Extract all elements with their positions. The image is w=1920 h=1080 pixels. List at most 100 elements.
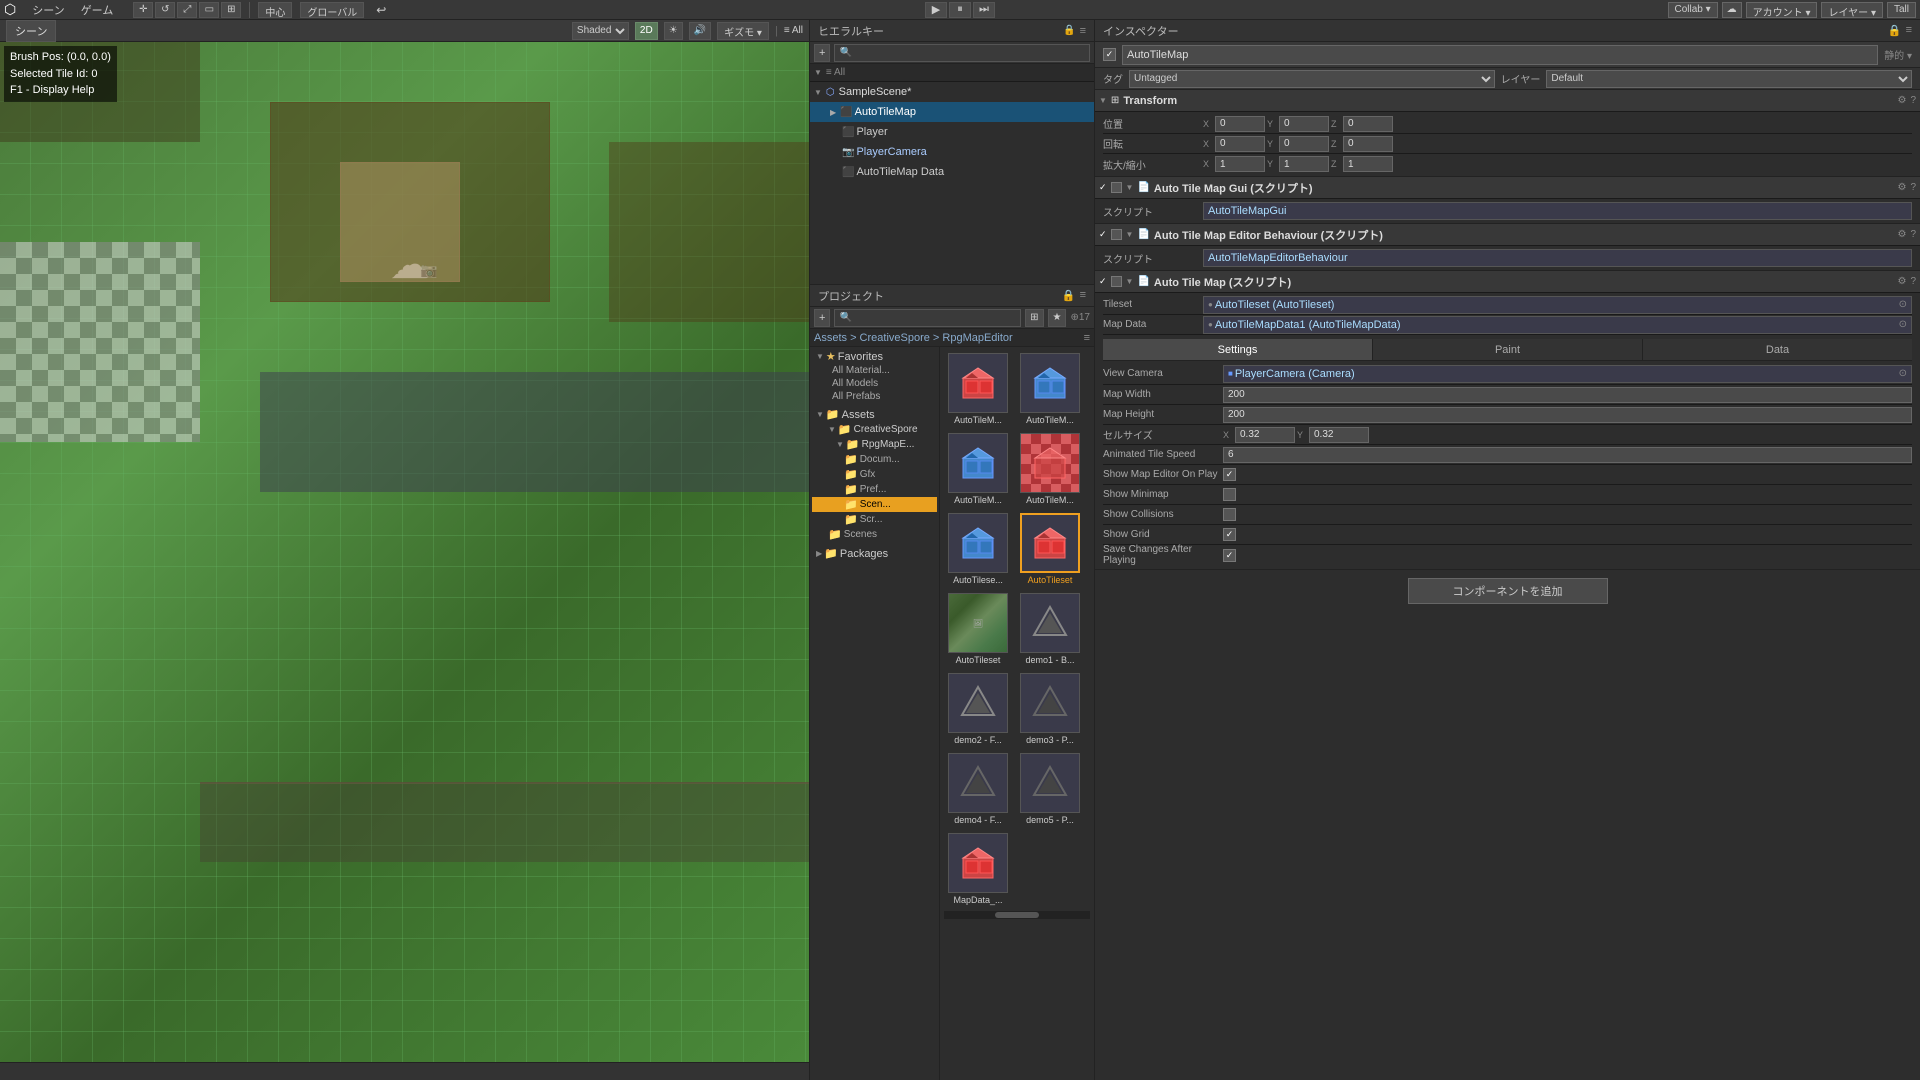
- autotilemapgui-header[interactable]: ✓ ▼ 📄 Auto Tile Map Gui (スクリプト) ⚙ ?: [1095, 177, 1920, 199]
- gfx-folder[interactable]: 📁 Gfx: [812, 467, 937, 482]
- asset-item-autotileset-img[interactable]: 🖼 AutoTileset: [944, 591, 1012, 667]
- project-add-btn[interactable]: +: [814, 309, 830, 327]
- pivot-btn[interactable]: 中心: [258, 2, 292, 18]
- menu-scene[interactable]: シーン: [28, 2, 68, 18]
- undo-icon[interactable]: ↩: [376, 3, 386, 17]
- play-button[interactable]: ▶: [925, 2, 947, 18]
- tool-transform[interactable]: ⊞: [221, 2, 241, 18]
- cloud-button[interactable]: ☁: [1722, 2, 1742, 18]
- asset-item-autotileset1[interactable]: AutoTilese...: [944, 511, 1012, 587]
- layer-select[interactable]: ≡ All: [784, 25, 803, 36]
- scale-x[interactable]: [1215, 156, 1265, 172]
- atm-help-icon[interactable]: ?: [1910, 276, 1916, 287]
- hierarchy-item-mapdata[interactable]: ⬛ AutoTileMap Data: [810, 162, 1094, 182]
- layout-button[interactable]: Tall: [1887, 2, 1916, 18]
- packages-folder[interactable]: ▶ 📁 Packages: [812, 546, 937, 561]
- cell-x-input[interactable]: [1235, 427, 1295, 443]
- prefabs-folder[interactable]: 📁 Pref...: [812, 482, 937, 497]
- editor-settings-icon[interactable]: ⚙: [1897, 229, 1906, 240]
- asset-item-demo3[interactable]: demo3 - P...: [1016, 671, 1084, 747]
- autotilemap-header[interactable]: ✓ ▼ 📄 Auto Tile Map (スクリプト) ⚙ ?: [1095, 271, 1920, 293]
- asset-item-autotilem4[interactable]: AutoTileM...: [1016, 431, 1084, 507]
- scenes-folder-selected[interactable]: 📁 Scen...: [812, 497, 937, 512]
- asset-item-autotilem3[interactable]: AutoTileM...: [944, 431, 1012, 507]
- tileset-ref[interactable]: ● AutoTileset (AutoTileset) ⊙: [1203, 296, 1912, 314]
- project-search[interactable]: [834, 309, 1021, 327]
- asset-item-autotilem2[interactable]: AutoTileM...: [1016, 351, 1084, 427]
- menu-game[interactable]: ゲーム: [77, 2, 118, 18]
- showminimap-checkbox[interactable]: [1223, 488, 1236, 501]
- scenes-top-folder[interactable]: 📁 Scenes: [812, 527, 937, 542]
- savechanges-checkbox[interactable]: ✓: [1223, 549, 1236, 562]
- mapwidth-input[interactable]: [1223, 387, 1912, 403]
- gui-script-ref[interactable]: AutoTileMapGui: [1203, 202, 1912, 220]
- tileset-target-icon[interactable]: ⊙: [1899, 299, 1907, 310]
- cell-y-input[interactable]: [1309, 427, 1369, 443]
- viewcamera-ref[interactable]: ■ PlayerCamera (Camera) ⊙: [1223, 365, 1912, 383]
- tag-select[interactable]: Untagged: [1129, 70, 1495, 88]
- autotilemapeditor-header[interactable]: ✓ ▼ 📄 Auto Tile Map Editor Behaviour (スク…: [1095, 224, 1920, 246]
- mapheight-input[interactable]: [1223, 407, 1912, 423]
- scripts-folder[interactable]: 📁 Scr...: [812, 512, 937, 527]
- gizmo-btn[interactable]: ギズモ ▾: [717, 22, 769, 40]
- tool-scale[interactable]: ⤢: [177, 2, 197, 18]
- viewcamera-target-icon[interactable]: ⊙: [1899, 368, 1907, 379]
- layers-button[interactable]: レイヤー ▾: [1821, 2, 1883, 18]
- atm-active-checkbox[interactable]: [1111, 276, 1122, 287]
- light-btn[interactable]: ☀: [664, 22, 683, 40]
- transform-settings-icon[interactable]: ⚙: [1897, 95, 1906, 106]
- creativespore-folder[interactable]: ▼ 📁 CreativeSpore: [812, 422, 937, 437]
- collab-button[interactable]: Collab ▾: [1668, 2, 1718, 18]
- favorites-prefabs[interactable]: All Prefabs: [812, 390, 937, 403]
- rot-z[interactable]: [1343, 136, 1393, 152]
- scale-y[interactable]: [1279, 156, 1329, 172]
- tab-data[interactable]: Data: [1643, 339, 1912, 360]
- asset-item-autotileset-selected[interactable]: AutoTileset: [1016, 511, 1084, 587]
- mapdata-ref[interactable]: ● AutoTileMapData1 (AutoTileMapData) ⊙: [1203, 316, 1912, 334]
- active-checkbox[interactable]: ✓: [1103, 48, 1116, 61]
- editor-script-ref[interactable]: AutoTileMapEditorBehaviour: [1203, 249, 1912, 267]
- mapdata-target-icon[interactable]: ⊙: [1899, 319, 1907, 330]
- favorites-folder[interactable]: ▼ ★ Favorites: [812, 349, 937, 364]
- hierarchy-menu-icon[interactable]: ≡: [1080, 25, 1086, 37]
- breadcrumb-menu-icon[interactable]: ≡: [1084, 332, 1090, 344]
- showgrid-checkbox[interactable]: ✓: [1223, 528, 1236, 541]
- project-lock-icon[interactable]: 🔒: [1062, 289, 1076, 302]
- tab-settings[interactable]: Settings: [1103, 339, 1373, 360]
- rot-y[interactable]: [1279, 136, 1329, 152]
- project-scrollbar[interactable]: [944, 911, 1090, 919]
- scene-tab[interactable]: シーン: [6, 20, 56, 42]
- scale-z[interactable]: [1343, 156, 1393, 172]
- asset-item-demo2[interactable]: demo2 - F...: [944, 671, 1012, 747]
- pos-z[interactable]: [1343, 116, 1393, 132]
- gui-settings-icon[interactable]: ⚙: [1897, 182, 1906, 193]
- transform-header[interactable]: ▼ ⊞ Transform ⚙ ?: [1095, 90, 1920, 112]
- gui-active-checkbox[interactable]: [1111, 182, 1122, 193]
- inspector-menu-icon[interactable]: ≡: [1906, 24, 1912, 37]
- transform-help-icon[interactable]: ?: [1910, 95, 1916, 106]
- atm-settings-icon[interactable]: ⚙: [1897, 276, 1906, 287]
- hierarchy-item-autotilemap[interactable]: ▶ ⬛ AutoTileMap: [810, 102, 1094, 122]
- tab-paint[interactable]: Paint: [1373, 339, 1643, 360]
- hierarchy-item-player[interactable]: ⬛ Player: [810, 122, 1094, 142]
- space-btn[interactable]: グローバル: [300, 2, 364, 18]
- tool-rect[interactable]: ▭: [199, 2, 219, 18]
- project-view-btn[interactable]: ⊞: [1025, 309, 1043, 327]
- assets-folder[interactable]: ▼ 📁 Assets: [812, 407, 937, 422]
- pos-y[interactable]: [1279, 116, 1329, 132]
- favorites-materials[interactable]: All Material...: [812, 364, 937, 377]
- hierarchy-add-btn[interactable]: +: [814, 44, 830, 62]
- step-button[interactable]: ⏭: [973, 2, 995, 18]
- scene-canvas[interactable]: ☁ 📷 Brush Pos: (0.0, 0.0) Selected Tile …: [0, 42, 809, 1062]
- asset-item-demo5[interactable]: demo5 - P...: [1016, 751, 1084, 827]
- tool-move[interactable]: ✛: [133, 2, 153, 18]
- project-menu-icon[interactable]: ≡: [1080, 289, 1086, 302]
- asset-item-autotilem1[interactable]: AutoTileM...: [944, 351, 1012, 427]
- hierarchy-item-playercamera[interactable]: 📷 PlayerCamera: [810, 142, 1094, 162]
- hierarchy-lock-icon[interactable]: 🔒: [1063, 25, 1075, 37]
- rpgmapeditor-folder[interactable]: ▼ 📁 RpgMapE...: [812, 437, 937, 452]
- pause-button[interactable]: ⏸: [949, 2, 971, 18]
- layer-select[interactable]: Default: [1546, 70, 1912, 88]
- gui-help-icon[interactable]: ?: [1910, 182, 1916, 193]
- documents-folder[interactable]: 📁 Docum...: [812, 452, 937, 467]
